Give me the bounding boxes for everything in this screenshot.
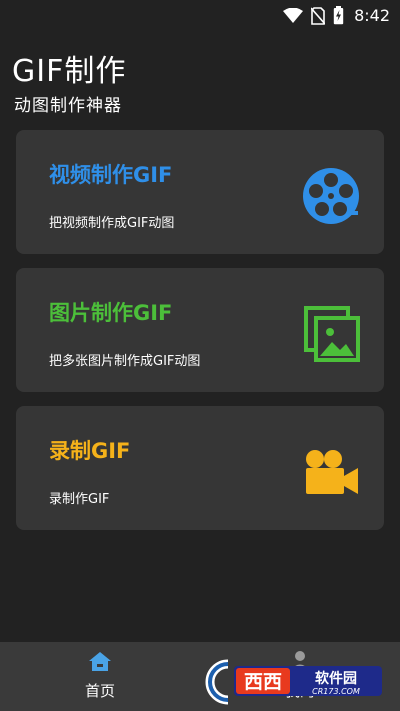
images-to-gif-card[interactable]: 图片制作GIF 把多张图片制作成GIF动图: [16, 268, 384, 392]
clock: 8:42: [354, 6, 390, 25]
card-title: 视频制作GIF: [49, 163, 173, 187]
image-gallery-icon: [302, 304, 362, 364]
watermark-text-2: 软件园: [315, 670, 357, 687]
status-icons: 8:42: [283, 6, 390, 25]
site-watermark: 西西 软件园 CR173.COM: [200, 656, 390, 706]
battery-charging-icon: [333, 6, 344, 25]
nav-item-home[interactable]: 首页: [50, 650, 150, 701]
app-subtitle: 动图制作神器: [14, 96, 122, 116]
video-to-gif-card[interactable]: 视频制作GIF 把视频制作成GIF动图: [16, 130, 384, 254]
card-title: 图片制作GIF: [49, 301, 173, 325]
video-camera-icon: [302, 442, 362, 502]
card-description: 录制作GIF: [49, 492, 110, 507]
app-title: GIF制作: [12, 54, 127, 89]
watermark-url: CR173.COM: [312, 687, 360, 696]
card-description: 把视频制作成GIF动图: [49, 216, 175, 231]
wifi-icon: [283, 7, 304, 24]
film-reel-icon: [302, 166, 362, 226]
status-bar: 8:42: [0, 0, 400, 32]
home-icon: [50, 650, 150, 672]
watermark-text-1: 西西: [244, 671, 282, 693]
card-description: 把多张图片制作成GIF动图: [49, 354, 201, 369]
card-title: 录制GIF: [49, 439, 131, 463]
no-sim-icon: [311, 6, 326, 25]
record-gif-card[interactable]: 录制GIF 录制作GIF: [16, 406, 384, 530]
nav-label-home: 首页: [84, 682, 115, 700]
